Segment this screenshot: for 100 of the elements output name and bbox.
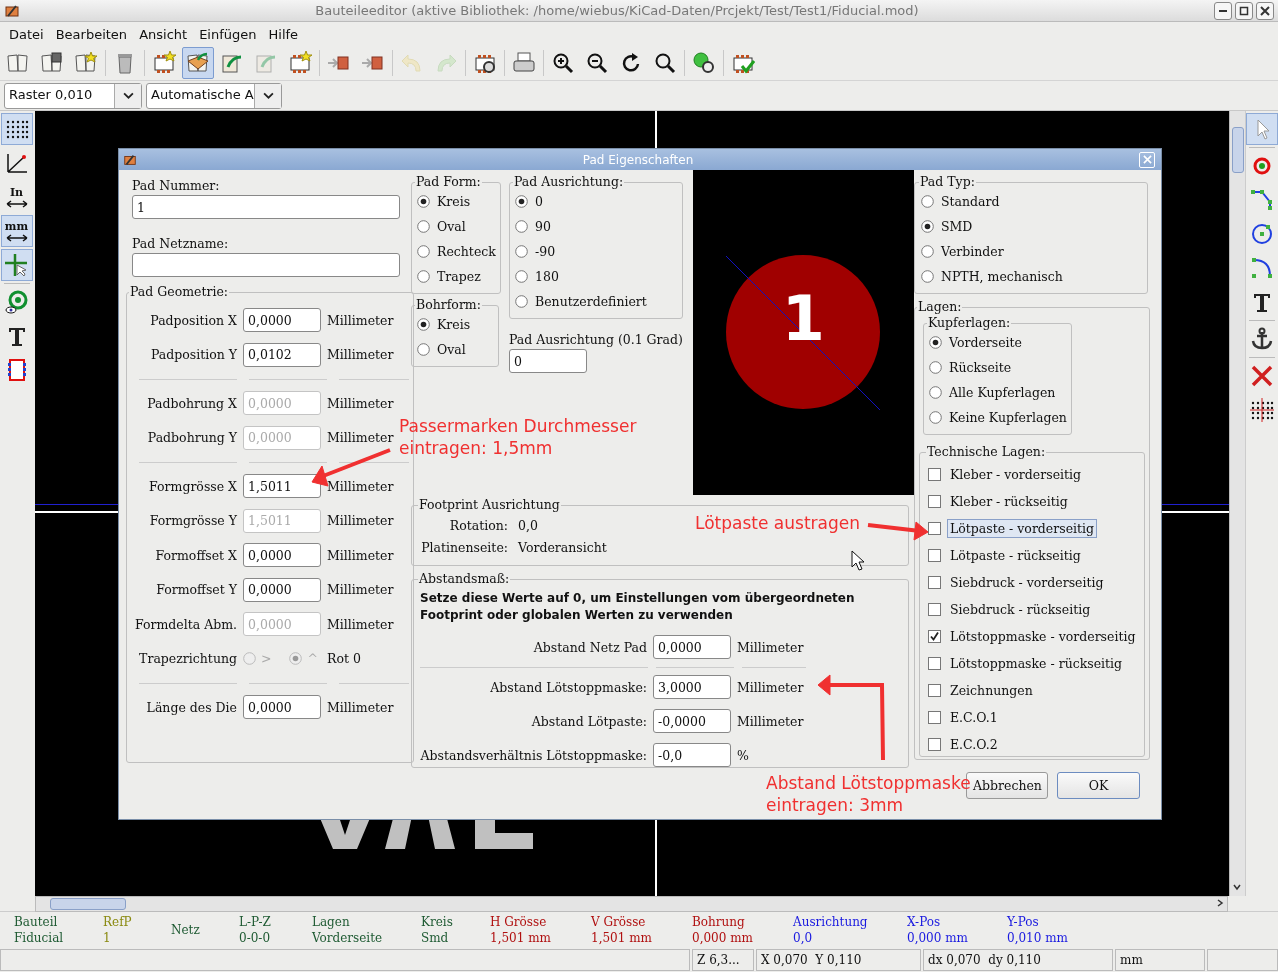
menu-item[interactable]: Bearbeiten	[49, 26, 134, 42]
number-field[interactable]: 0,0000	[243, 577, 321, 602]
radio-button[interactable]	[417, 195, 430, 208]
radio-button[interactable]	[515, 195, 528, 208]
radio-button[interactable]	[921, 195, 934, 208]
radio-button[interactable]	[417, 318, 430, 331]
menu-item[interactable]: Ansicht	[133, 26, 194, 42]
unit-label: Millimeter	[327, 699, 395, 715]
info-label: Bauteil	[14, 914, 59, 930]
unit-label: Millimeter	[737, 679, 805, 695]
option-label: Kreis	[437, 194, 471, 209]
radio-button[interactable]	[417, 220, 430, 233]
zoom-dropdown[interactable]: Automatische A	[146, 82, 282, 109]
scrollbar-thumb[interactable]	[50, 898, 126, 910]
grid-dropdown[interactable]: Raster 0,010	[4, 82, 142, 109]
checkbox[interactable]	[928, 630, 941, 643]
checkbox[interactable]	[928, 657, 941, 670]
info-label: Netz	[171, 922, 201, 938]
number-field[interactable]: 0,0000	[243, 695, 321, 720]
radio-button[interactable]	[515, 270, 528, 283]
unit-label: Millimeter	[327, 347, 395, 363]
number-field[interactable]: -0,0000	[653, 709, 731, 733]
option-label: Rückseite	[949, 360, 1012, 375]
book-star-icon	[74, 51, 98, 75]
unit-label: Millimeter	[737, 639, 805, 655]
arrow-right-icon[interactable]	[1215, 898, 1225, 908]
checkbox[interactable]	[928, 603, 941, 616]
option-label: Rechteck	[437, 244, 496, 259]
status-cell	[1207, 949, 1278, 971]
toolbar-button[interactable]: In	[0, 181, 33, 213]
option-label: Alle Kupferlagen	[949, 385, 1056, 400]
radio-button[interactable]	[921, 220, 934, 233]
option-label: Benutzerdefiniert	[535, 294, 647, 309]
radio-button[interactable]	[929, 386, 942, 399]
pad-eye-icon	[4, 290, 29, 314]
field-label: Trapezrichtung	[138, 651, 237, 667]
number-field[interactable]: 0,0000	[653, 635, 731, 659]
checkbox[interactable]	[928, 495, 941, 508]
toolbar-button[interactable]	[0, 113, 33, 145]
number-field[interactable]: 0,0000	[243, 308, 321, 333]
horizontal-scrollbar[interactable]	[35, 896, 1228, 912]
radio-button[interactable]	[417, 343, 430, 356]
close-button[interactable]	[1256, 1, 1274, 20]
info-label: Kreis	[421, 914, 454, 930]
annotation-text: Lötpaste austragen	[695, 512, 860, 534]
radio-button[interactable]	[515, 245, 528, 258]
scrollbar-thumb[interactable]	[1232, 127, 1244, 173]
info-label: L-P-Z	[239, 914, 272, 930]
group-title: Kupferlagen:	[927, 316, 1012, 330]
vertical-scrollbar[interactable]	[1229, 111, 1245, 896]
number-field[interactable]: 0	[509, 349, 587, 373]
maximize-button[interactable]	[1235, 1, 1253, 20]
radio-button[interactable]	[515, 220, 528, 233]
number-field[interactable]: 3,0000	[653, 675, 731, 699]
field-label: Pad Nummer:	[132, 178, 221, 193]
arrow-down-icon[interactable]	[1232, 882, 1242, 892]
number-field[interactable]: 0,0102	[243, 342, 321, 367]
radio-button[interactable]	[929, 336, 942, 349]
polyline-icon	[1250, 188, 1274, 212]
number-field[interactable]: 0,0000	[243, 543, 321, 568]
option-label: Vorderseite	[949, 335, 1022, 350]
menu-item[interactable]: Hilfe	[262, 26, 305, 42]
dialog-title: Pad Eigenschaften	[581, 152, 695, 167]
menu-item[interactable]: Einfügen	[193, 26, 263, 42]
option-label: Standard	[941, 194, 1000, 209]
toolbar-button[interactable]: mm	[0, 215, 33, 247]
checkbox[interactable]	[928, 684, 941, 697]
radio-button[interactable]	[417, 270, 430, 283]
text-field[interactable]	[132, 253, 400, 277]
checkbox[interactable]	[928, 549, 941, 562]
radio-button[interactable]	[921, 270, 934, 283]
checkbox[interactable]	[928, 576, 941, 589]
window-title: Bauteileeditor (aktive Bibliothek: /home/wiebus/KiCad-Daten/Prcjekt/Test/Test1/Fiducial.mod)	[314, 3, 920, 18]
menu-item[interactable]: Datei	[3, 26, 50, 42]
option-label: SMD	[941, 219, 973, 234]
checkbox[interactable]	[928, 468, 941, 481]
number-field[interactable]: -0,0	[653, 743, 731, 767]
radio-button[interactable]	[417, 245, 430, 258]
radio-button[interactable]	[929, 411, 942, 424]
checkbox-label: Zeichnungen	[949, 682, 1034, 700]
unit-label: Millimeter	[327, 582, 395, 598]
radio-button[interactable]	[515, 295, 528, 308]
info-value: 0-0-0	[239, 930, 271, 946]
text-field[interactable]: 1	[132, 195, 400, 219]
checkbox[interactable]	[928, 522, 941, 535]
minimize-button[interactable]	[1214, 1, 1232, 20]
dialog-button[interactable]: OK	[1057, 772, 1140, 799]
group-title: Footprint Ausrichtung	[418, 498, 561, 512]
circle-icon	[1250, 222, 1274, 246]
radio-button[interactable]	[929, 361, 942, 374]
status-cell: Z 6,3...	[692, 949, 754, 971]
checkbox[interactable]	[928, 711, 941, 724]
field-label: Padbohrung Y	[146, 430, 237, 446]
unit-label: Millimeter	[327, 513, 395, 529]
unit-label: Millimeter	[327, 616, 395, 632]
info-label: H Grösse	[490, 914, 548, 930]
checkbox-label: Kleber - vorderseitig	[949, 466, 1083, 484]
checkbox[interactable]	[928, 738, 941, 751]
radio-button[interactable]	[921, 245, 934, 258]
number-field[interactable]: 1,5011	[243, 474, 321, 499]
